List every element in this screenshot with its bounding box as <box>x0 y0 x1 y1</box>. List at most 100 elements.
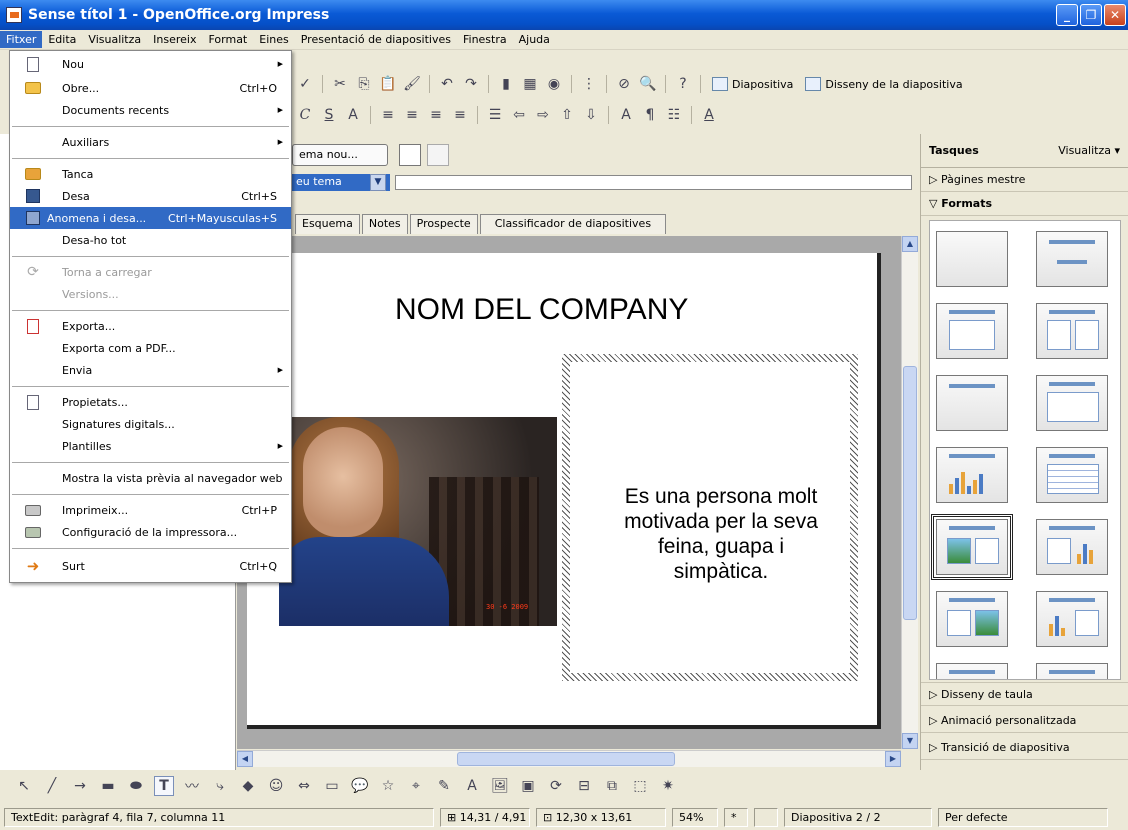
layout-list-icon[interactable] <box>427 144 449 166</box>
demote-icon[interactable]: ⇨ <box>533 105 553 125</box>
layout-title-only-centered[interactable] <box>1036 231 1108 287</box>
callouts-icon[interactable]: 💬 <box>350 776 370 796</box>
section-formats[interactable]: ▽ Formats <box>921 192 1128 216</box>
section-custom-animation[interactable]: ▷ Animació personalitzada <box>921 709 1128 733</box>
layout-grid-icon[interactable] <box>399 144 421 166</box>
section-table-design[interactable]: ▷ Disseny de taula <box>921 682 1128 706</box>
chevron-down-icon[interactable]: ▼ <box>370 174 386 191</box>
copy-icon[interactable]: ⎘ <box>354 74 374 94</box>
menu-item-open[interactable]: Obre... Ctrl+O <box>10 77 291 99</box>
menu-item-print[interactable]: Imprimeix... Ctrl+P <box>10 499 291 521</box>
menu-item-send[interactable]: Envia ▶ <box>10 359 291 381</box>
align-center-icon[interactable]: ≡ <box>402 105 422 125</box>
redo-icon[interactable]: ↷ <box>461 74 481 94</box>
character-icon[interactable]: A <box>616 105 636 125</box>
menu-insereix[interactable]: Insereix <box>147 31 202 48</box>
show-draw-functions-icon[interactable]: ◉ <box>544 74 564 94</box>
menu-visualitza[interactable]: Visualitza <box>82 31 147 48</box>
horizontal-scroll-thumb[interactable] <box>457 752 675 766</box>
rectangle-icon[interactable]: ▬ <box>98 776 118 796</box>
menu-eines[interactable]: Eines <box>253 31 294 48</box>
new-theme-button[interactable]: ema nou... <box>292 144 388 166</box>
menu-item-exit[interactable]: ➜ Surt Ctrl+Q <box>10 555 291 577</box>
layout-title-box[interactable] <box>1036 375 1108 431</box>
menu-edita[interactable]: Edita <box>42 31 82 48</box>
rotate-icon[interactable]: ⟳ <box>546 776 566 796</box>
zoom-icon[interactable]: 🔍 <box>638 74 658 94</box>
vertical-scroll-thumb[interactable] <box>903 366 917 620</box>
table-icon[interactable]: ▦ <box>520 74 540 94</box>
horizontal-scrollbar[interactable]: ◀ ▶ <box>237 750 901 767</box>
underline-icon[interactable]: S <box>319 105 339 125</box>
status-zoom[interactable]: 54% <box>672 808 718 827</box>
chart-icon[interactable]: ▮ <box>496 74 516 94</box>
tab-handout[interactable]: Prospecte <box>409 214 478 234</box>
layout-title-text-chart[interactable] <box>1036 519 1108 575</box>
spellcheck-icon[interactable]: ✓ <box>295 74 315 94</box>
menu-item-export[interactable]: Exporta... <box>10 315 291 337</box>
arrange-icon[interactable]: ⧉ <box>602 776 622 796</box>
grid-icon[interactable]: ⋮ <box>579 74 599 94</box>
select-icon[interactable]: ↖ <box>14 776 34 796</box>
alignment-icon[interactable]: ⊟ <box>574 776 594 796</box>
vertical-scrollbar[interactable]: ▲ ▼ <box>901 236 918 749</box>
layout-title-charts[interactable] <box>936 447 1008 503</box>
tab-outline[interactable]: Esquema <box>295 214 360 234</box>
font-color-icon[interactable]: A <box>699 105 719 125</box>
scroll-down-icon[interactable]: ▼ <box>902 733 918 749</box>
menu-item-printer-settings[interactable]: Configuració de la impressora... <box>10 521 291 543</box>
text-tool-icon[interactable]: T <box>154 776 174 796</box>
clone-format-icon[interactable]: 🖌 <box>402 74 422 94</box>
paragraph-icon[interactable]: ¶ <box>640 105 660 125</box>
layout-title-only[interactable] <box>936 375 1008 431</box>
menu-format[interactable]: Format <box>202 31 253 48</box>
menu-item-wizards[interactable]: Auxiliars ▶ <box>10 131 291 153</box>
menu-finestra[interactable]: Finestra <box>457 31 513 48</box>
menu-presentacio[interactable]: Presentació de diapositives <box>295 31 457 48</box>
align-right-icon[interactable]: ≡ <box>426 105 446 125</box>
menu-item-recent[interactable]: Documents recents ▶ <box>10 99 291 121</box>
move-up-icon[interactable]: ⇧ <box>557 105 577 125</box>
extrusion-icon[interactable]: ⬚ <box>630 776 650 796</box>
task-pane-view-menu[interactable]: Visualitza ▾ <box>1058 144 1120 157</box>
slide-photo[interactable]: 30 -6 2009 <box>279 417 557 626</box>
section-slide-transition[interactable]: ▷ Transició de diapositiva <box>921 736 1128 760</box>
menu-item-export-pdf[interactable]: Exporta com a PDF... <box>10 337 291 359</box>
menu-item-templates[interactable]: Plantilles ▶ <box>10 435 291 457</box>
fontwork-icon[interactable]: A <box>462 776 482 796</box>
text-box-content[interactable]: Es una persona molt motivada per la seva… <box>596 484 846 584</box>
menu-ajuda[interactable]: Ajuda <box>513 31 556 48</box>
help-icon[interactable]: ? <box>673 74 693 94</box>
bullets-numbering-icon[interactable]: ☷ <box>664 105 684 125</box>
glue-icon[interactable]: ✎ <box>434 776 454 796</box>
scroll-left-icon[interactable]: ◀ <box>237 751 253 767</box>
stars-icon[interactable]: ☆ <box>378 776 398 796</box>
line-icon[interactable]: ╱ <box>42 776 62 796</box>
layout-blank[interactable] <box>936 231 1008 287</box>
menu-item-save[interactable]: Desa Ctrl+S <box>10 185 291 207</box>
undo-icon[interactable]: ↶ <box>437 74 457 94</box>
move-down-icon[interactable]: ⇩ <box>581 105 601 125</box>
menu-item-properties[interactable]: Propietats... <box>10 391 291 413</box>
close-icon[interactable]: ✕ <box>1104 4 1126 26</box>
from-file-icon[interactable]: 🖼 <box>490 776 510 796</box>
layout-title-chart-text[interactable] <box>1036 591 1108 647</box>
block-arrows-icon[interactable]: ⇔ <box>294 776 314 796</box>
effects-icon[interactable]: ✷ <box>658 776 678 796</box>
menu-item-save-as[interactable]: Anomena i desa... Ctrl+Mayusculas+S <box>10 207 291 229</box>
basic-shapes-icon[interactable]: ◆ <box>238 776 258 796</box>
arrow-line-icon[interactable]: → <box>70 776 90 796</box>
minimize-icon[interactable]: _ <box>1056 4 1078 26</box>
layout-more[interactable] <box>936 663 1008 679</box>
slide-design-button[interactable]: Disseny de la diapositiva <box>801 75 966 93</box>
menu-item-digital-signatures[interactable]: Signatures digitals... <box>10 413 291 435</box>
tab-notes[interactable]: Notes <box>361 214 408 234</box>
layout-title-table[interactable] <box>1036 447 1108 503</box>
tab-slide-sorter[interactable]: Classificador de diapositives <box>479 214 667 234</box>
menu-item-new[interactable]: Nou ▶ <box>10 53 291 75</box>
promote-icon[interactable]: ⇦ <box>509 105 529 125</box>
ellipse-icon[interactable]: ⬬ <box>126 776 146 796</box>
justify-icon[interactable]: ≡ <box>450 105 470 125</box>
curve-icon[interactable]: 〰 <box>182 776 202 796</box>
scroll-up-icon[interactable]: ▲ <box>902 236 918 252</box>
